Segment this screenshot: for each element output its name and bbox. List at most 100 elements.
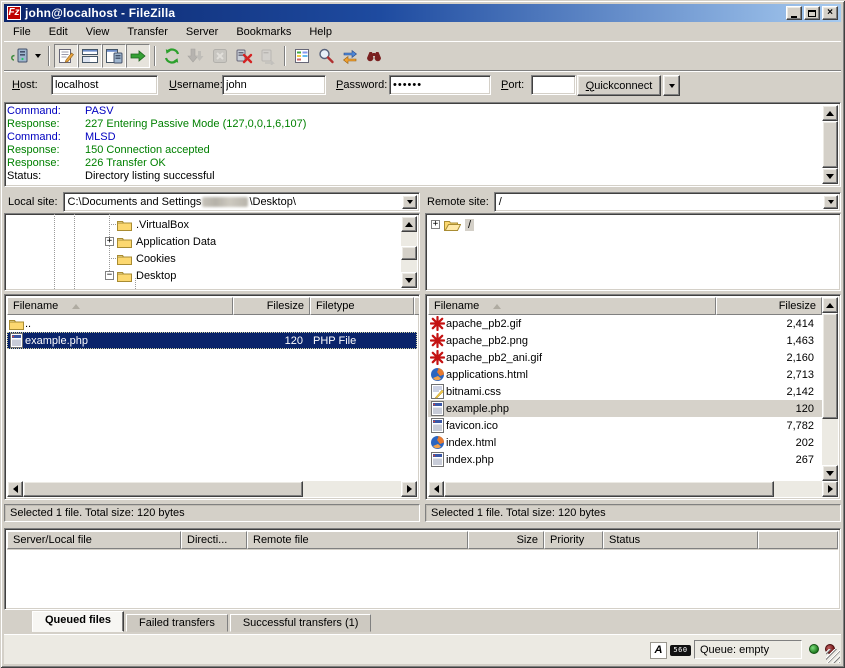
- file-row-example-php[interactable]: example.php 120 PHP File 1: [7, 332, 417, 349]
- directory-listing-filters-icon[interactable]: [290, 44, 314, 68]
- toggle-remote-tree-icon[interactable]: [102, 44, 126, 68]
- folder-icon: [117, 218, 132, 231]
- data-type-indicator-icon[interactable]: A: [650, 642, 667, 659]
- tab-queued-files[interactable]: Queued files: [32, 611, 124, 632]
- file-row[interactable]: apache_pb2.png 1,463: [428, 332, 822, 349]
- site-manager-dropdown-icon[interactable]: [32, 44, 44, 68]
- menu-edit[interactable]: Edit: [40, 24, 77, 40]
- toggle-message-log-icon[interactable]: [54, 44, 78, 68]
- queue-column-priority[interactable]: Priority: [544, 531, 603, 549]
- queue-column-direction[interactable]: Directi...: [181, 531, 247, 549]
- title-bar[interactable]: Fz john@localhost - FileZilla ×: [4, 4, 841, 22]
- site-manager-icon[interactable]: [8, 44, 32, 68]
- file-row[interactable]: apache_pb2_ani.gif 2,160: [428, 349, 822, 366]
- quickconnect-button[interactable]: Quickconnect: [577, 75, 661, 96]
- directory-comparison-icon[interactable]: [314, 44, 338, 68]
- synchronized-browsing-icon[interactable]: [338, 44, 362, 68]
- disconnect-icon[interactable]: [232, 44, 256, 68]
- speed-limits-icon[interactable]: 560: [670, 645, 691, 656]
- scroll-left-icon[interactable]: [7, 481, 23, 497]
- queue-column-remote-file[interactable]: Remote file: [247, 531, 468, 549]
- process-queue-icon[interactable]: [184, 44, 208, 68]
- remote-list-vscrollbar[interactable]: [822, 297, 838, 481]
- menu-view[interactable]: View: [77, 24, 119, 40]
- tab-successful-transfers[interactable]: Successful transfers (1): [230, 614, 372, 632]
- remote-site-combo[interactable]: /: [494, 192, 841, 212]
- file-row[interactable]: applications.html 2,713: [428, 366, 822, 383]
- php-file-icon: [431, 452, 444, 467]
- menu-server[interactable]: Server: [177, 24, 227, 40]
- toggle-local-tree-icon[interactable]: [78, 44, 102, 68]
- file-row[interactable]: index.php 267: [428, 451, 822, 468]
- resize-grip[interactable]: [826, 649, 840, 663]
- queue-list-empty[interactable]: [7, 550, 838, 607]
- toggle-transfer-queue-icon[interactable]: [126, 44, 150, 68]
- toolbar: [4, 41, 841, 69]
- tree-item-virtualbox[interactable]: .VirtualBox: [117, 216, 189, 233]
- tree-item-application-data[interactable]: Application Data: [117, 233, 216, 250]
- column-header-filesize[interactable]: Filesize: [716, 297, 822, 315]
- scroll-up-icon[interactable]: [401, 216, 417, 232]
- scrollbar-thumb[interactable]: [822, 313, 838, 419]
- scrollbar-thumb[interactable]: [822, 121, 838, 168]
- menu-file[interactable]: File: [4, 24, 40, 40]
- scroll-up-icon[interactable]: [822, 297, 838, 313]
- cancel-operation-icon[interactable]: [208, 44, 232, 68]
- scroll-down-icon[interactable]: [401, 272, 417, 288]
- tab-failed-transfers[interactable]: Failed transfers: [126, 614, 228, 632]
- column-header-last-modified[interactable]: L: [414, 297, 420, 315]
- collapse-icon[interactable]: −: [105, 271, 114, 280]
- username-input[interactable]: [222, 75, 326, 95]
- menu-transfer[interactable]: Transfer: [118, 24, 177, 40]
- remote-list-hscrollbar[interactable]: [428, 481, 838, 497]
- combo-dropdown-icon[interactable]: [402, 195, 417, 209]
- sort-ascending-icon: [72, 304, 80, 309]
- scrollbar-thumb[interactable]: [23, 481, 303, 497]
- port-input[interactable]: [531, 75, 576, 95]
- file-row-parent-dir[interactable]: ..: [7, 315, 417, 332]
- log-scrollbar[interactable]: [822, 105, 838, 184]
- scroll-left-icon[interactable]: [428, 481, 444, 497]
- minimize-button[interactable]: [786, 6, 802, 20]
- scrollbar-thumb[interactable]: [444, 481, 774, 497]
- column-header-filename[interactable]: Filename: [7, 297, 233, 315]
- queue-column-size[interactable]: Size: [468, 531, 544, 549]
- refresh-icon[interactable]: [160, 44, 184, 68]
- local-list-hscrollbar[interactable]: [7, 481, 417, 497]
- column-header-filename[interactable]: Filename: [428, 297, 716, 315]
- local-tree-scrollbar[interactable]: [401, 216, 417, 288]
- file-row[interactable]: favicon.ico 7,782: [428, 417, 822, 434]
- tree-guide: [54, 214, 55, 290]
- tree-item-desktop[interactable]: Desktop: [117, 267, 176, 284]
- column-header-filetype[interactable]: Filetype: [310, 297, 414, 315]
- tree-item-root[interactable]: /: [444, 216, 474, 233]
- host-input[interactable]: [51, 75, 158, 95]
- quickconnect-dropdown-icon[interactable]: [663, 75, 680, 96]
- close-button[interactable]: ×: [822, 6, 838, 20]
- app-icon[interactable]: Fz: [7, 6, 21, 20]
- column-header-filesize[interactable]: Filesize: [233, 297, 310, 315]
- local-site-combo[interactable]: C:\Documents and Settings\Desktop\: [63, 192, 420, 212]
- scrollbar-thumb[interactable]: [401, 246, 417, 260]
- file-row-example-php[interactable]: example.php 120: [428, 400, 822, 417]
- expand-icon[interactable]: +: [431, 220, 440, 229]
- scroll-right-icon[interactable]: [822, 481, 838, 497]
- scroll-up-icon[interactable]: [822, 105, 838, 121]
- reconnect-icon[interactable]: [256, 44, 280, 68]
- expand-icon[interactable]: +: [105, 237, 114, 246]
- find-files-icon[interactable]: [362, 44, 386, 68]
- menu-help[interactable]: Help: [300, 24, 341, 40]
- file-row[interactable]: index.html 202: [428, 434, 822, 451]
- combo-dropdown-icon[interactable]: [823, 195, 838, 209]
- queue-column-server-local-file[interactable]: Server/Local file: [7, 531, 181, 549]
- maximize-button[interactable]: [804, 6, 820, 20]
- menu-bookmarks[interactable]: Bookmarks: [227, 24, 300, 40]
- file-row[interactable]: bitnami.css 2,142: [428, 383, 822, 400]
- queue-column-status[interactable]: Status: [603, 531, 758, 549]
- scroll-down-icon[interactable]: [822, 465, 838, 481]
- scroll-right-icon[interactable]: [401, 481, 417, 497]
- file-row[interactable]: apache_pb2.gif 2,414: [428, 315, 822, 332]
- password-input[interactable]: [389, 75, 491, 95]
- scroll-down-icon[interactable]: [822, 168, 838, 184]
- tree-item-cookies[interactable]: Cookies: [117, 250, 176, 267]
